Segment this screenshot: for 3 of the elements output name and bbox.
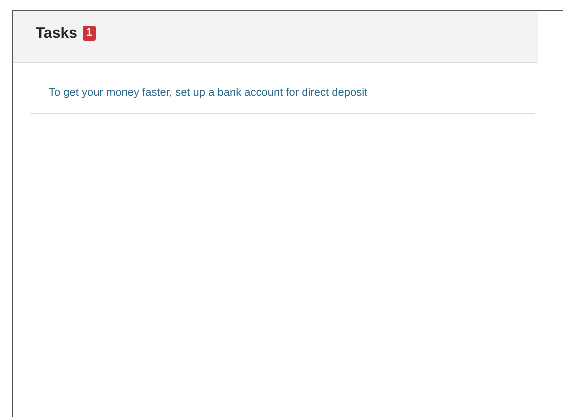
count-badge: 1 [83,26,96,41]
task-link[interactable]: To get your money faster, set up a bank account for direct deposit [49,85,515,101]
panel-title: Tasks [36,25,78,42]
